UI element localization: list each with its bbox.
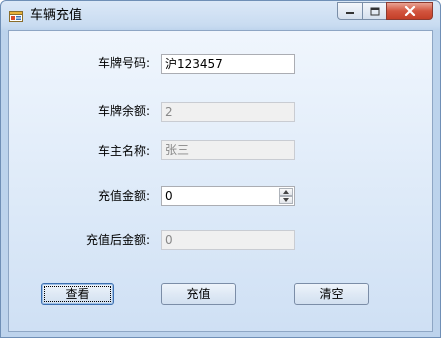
close-icon — [404, 6, 415, 16]
main-window: 车辆充值 车牌号码: 沪123457 车牌余额: 2 车主名称: 张三 充值金额… — [0, 0, 441, 338]
owner-name-field: 张三 — [161, 140, 295, 160]
app-form-icon — [9, 11, 23, 22]
recharge-button[interactable]: 充值 — [161, 283, 236, 305]
clear-button[interactable]: 清空 — [294, 283, 369, 305]
focus-rectangle — [44, 286, 111, 302]
plate-number-input[interactable]: 沪123457 — [161, 54, 295, 74]
plate-number-label: 车牌号码: — [97, 56, 150, 70]
stepper-up-button[interactable] — [279, 188, 293, 196]
close-button[interactable] — [386, 2, 433, 20]
balance-after-field: 0 — [161, 230, 295, 250]
query-button[interactable]: 查看 — [41, 283, 114, 305]
arrow-down-icon — [283, 198, 289, 202]
window-title: 车辆充值 — [30, 8, 83, 23]
recharge-amount-label: 充值金额: — [97, 189, 150, 203]
stepper-down-button[interactable] — [279, 196, 293, 204]
balance-after-label: 充值后金额: — [85, 233, 150, 247]
plate-balance-field: 2 — [161, 102, 295, 122]
plate-balance-label: 车牌余额: — [97, 104, 150, 118]
maximize-button[interactable] — [362, 2, 387, 20]
form-client-area: 车牌号码: 沪123457 车牌余额: 2 车主名称: 张三 充值金额: 0 充… — [8, 30, 433, 332]
arrow-up-icon — [283, 190, 289, 194]
stepper-buttons — [279, 188, 293, 204]
recharge-amount-stepper[interactable]: 0 — [161, 186, 295, 206]
minimize-icon — [346, 12, 354, 14]
recharge-button-label: 充值 — [186, 287, 211, 301]
clear-button-label: 清空 — [319, 287, 344, 301]
maximize-icon — [370, 7, 379, 15]
minimize-button[interactable] — [337, 2, 363, 20]
title-bar[interactable]: 车辆充值 — [1, 1, 440, 31]
owner-name-label: 车主名称: — [97, 144, 150, 158]
recharge-amount-value[interactable]: 0 — [165, 189, 173, 203]
